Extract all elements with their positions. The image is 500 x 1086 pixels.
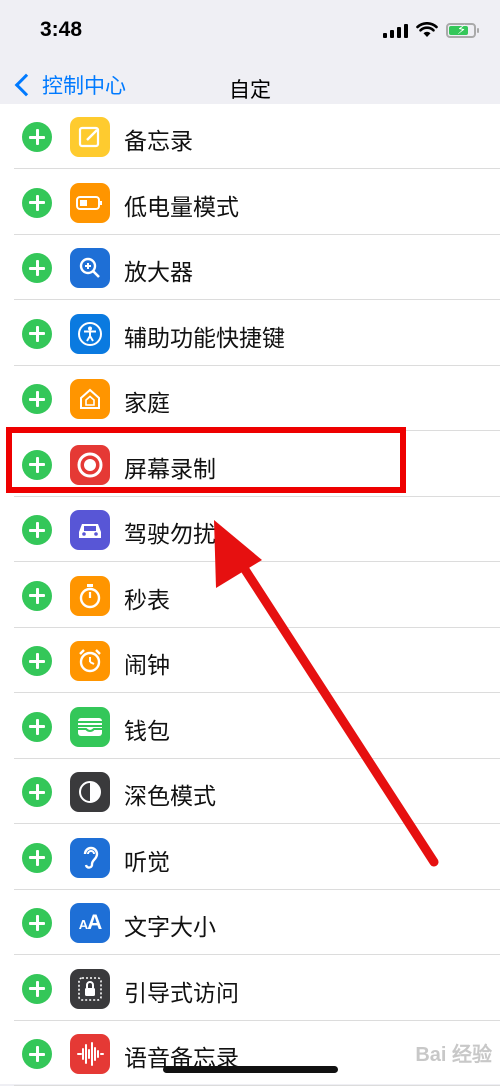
- watermark: Bai 经验: [415, 1044, 492, 1066]
- annotation-arrow-icon: [214, 520, 439, 867]
- home-indicator: [163, 1066, 338, 1073]
